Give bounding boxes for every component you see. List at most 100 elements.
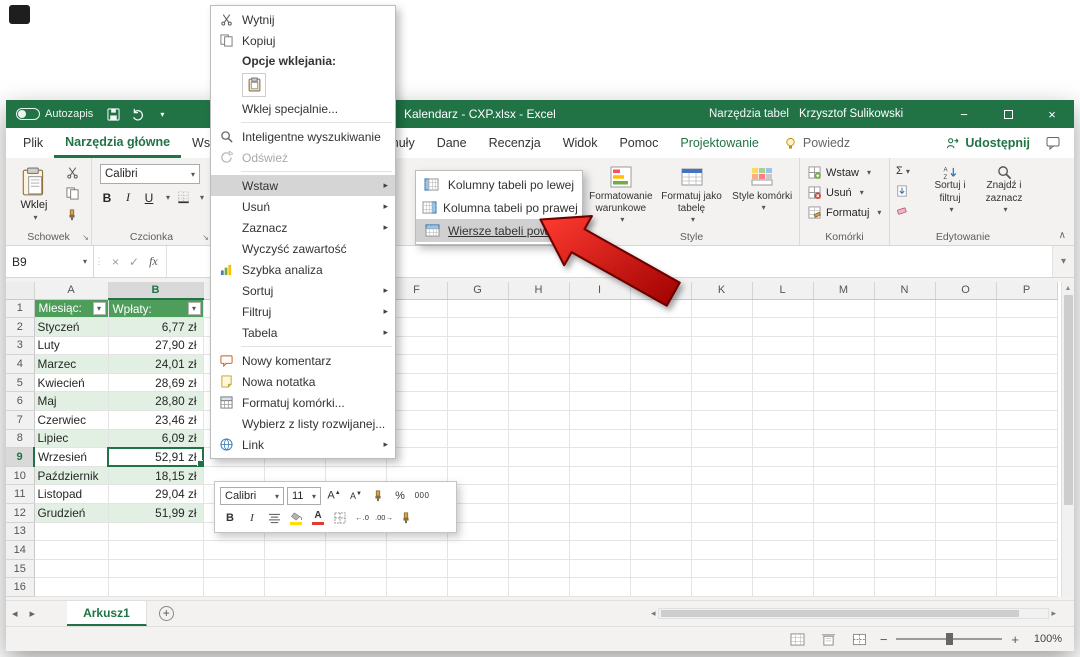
scroll-up-icon[interactable]: ▲ <box>1065 282 1072 295</box>
cell-P8[interactable] <box>996 429 1057 448</box>
cell-I6[interactable] <box>569 392 630 411</box>
cell-O6[interactable] <box>935 392 996 411</box>
row-header-4[interactable]: 4 <box>6 355 34 374</box>
row-header-8[interactable]: 8 <box>6 429 34 448</box>
cell-P9[interactable] <box>996 448 1057 467</box>
cell-A2[interactable]: Styczeń <box>34 318 108 337</box>
cell-L5[interactable] <box>752 373 813 392</box>
cell-J2[interactable] <box>630 318 691 337</box>
cell-J10[interactable] <box>630 466 691 485</box>
cell-A4[interactable]: Marzec <box>34 355 108 374</box>
cell-L1[interactable] <box>752 299 813 318</box>
cell-J11[interactable] <box>630 485 691 504</box>
page-break-view-icon[interactable] <box>849 630 871 648</box>
cell-B1[interactable]: Wpłaty:▾ <box>108 299 203 318</box>
cell-O2[interactable] <box>935 318 996 337</box>
cell-H14[interactable] <box>508 541 569 560</box>
cell-K1[interactable] <box>691 299 752 318</box>
cell-P6[interactable] <box>996 392 1057 411</box>
italic-button[interactable]: I <box>242 509 262 528</box>
cell-L3[interactable] <box>752 336 813 355</box>
cell-B2[interactable]: 6,77 zł <box>108 318 203 337</box>
cell-J3[interactable] <box>630 336 691 355</box>
increase-decimal-button[interactable]: ←.0 <box>352 509 372 528</box>
cell-O16[interactable] <box>935 578 996 597</box>
cell-H12[interactable] <box>508 504 569 523</box>
mini-font-name-select[interactable]: Calibri ▾ <box>220 487 284 505</box>
menu-item-wyczysc-zawartosc[interactable]: Wyczyść zawartość <box>211 238 395 259</box>
cell-E15[interactable] <box>325 559 386 578</box>
row-header-10[interactable]: 10 <box>6 466 34 485</box>
share-button[interactable]: Udostępnij <box>946 128 1030 158</box>
cell-B11[interactable]: 29,04 zł <box>108 485 203 504</box>
ribbon-button-usun[interactable]: Usuń▾ <box>808 184 885 201</box>
ribbon-button-style-komorki[interactable]: Style komórki▾ <box>727 162 797 234</box>
page-layout-view-icon[interactable] <box>818 630 840 648</box>
cell-P5[interactable] <box>996 373 1057 392</box>
cell-O4[interactable] <box>935 355 996 374</box>
cell-J13[interactable] <box>630 522 691 541</box>
format-painter-button[interactable] <box>368 487 388 506</box>
cell-A13[interactable] <box>34 522 108 541</box>
row-header-2[interactable]: 2 <box>6 318 34 337</box>
cell-K6[interactable] <box>691 392 752 411</box>
cut-icon[interactable] <box>62 164 82 181</box>
cell-N4[interactable] <box>874 355 935 374</box>
cell-G1[interactable] <box>447 299 508 318</box>
cell-L6[interactable] <box>752 392 813 411</box>
zoom-slider-thumb[interactable] <box>946 633 953 645</box>
cell-I15[interactable] <box>569 559 630 578</box>
cell-H5[interactable] <box>508 373 569 392</box>
collapse-ribbon-icon[interactable]: ∧ <box>1059 230 1066 241</box>
cell-M6[interactable] <box>813 392 874 411</box>
cell-B16[interactable] <box>108 578 203 597</box>
cell-A11[interactable]: Listopad <box>34 485 108 504</box>
submenu-item-kolumny-tabeli-po-lewej[interactable]: Kolumny tabeli po lewej <box>416 173 582 196</box>
cell-A1[interactable]: Miesiąc:▾ <box>34 299 108 318</box>
align-center-button[interactable] <box>264 509 284 528</box>
cell-A6[interactable]: Maj <box>34 392 108 411</box>
borders-button[interactable] <box>330 509 350 528</box>
cell-P11[interactable] <box>996 485 1057 504</box>
cell-N11[interactable] <box>874 485 935 504</box>
ribbon-button-wstaw[interactable]: Wstaw▾ <box>808 164 885 181</box>
cell-N16[interactable] <box>874 578 935 597</box>
name-box-splitter[interactable]: ⋮ <box>94 246 104 277</box>
menu-item-wytnij[interactable]: Wytnij <box>211 9 395 30</box>
add-sheet-button[interactable]: + <box>159 606 174 621</box>
cell-L9[interactable] <box>752 448 813 467</box>
cell-I7[interactable] <box>569 411 630 430</box>
bold-button[interactable]: B <box>220 509 240 528</box>
cell-L2[interactable] <box>752 318 813 337</box>
cell-A3[interactable]: Luty <box>34 336 108 355</box>
autosave-toggle[interactable]: Autozapis <box>16 108 93 120</box>
menu-item-wklej-specjalnie[interactable]: Wklej specjalnie... <box>211 98 395 119</box>
cell-N12[interactable] <box>874 504 935 523</box>
cell-N2[interactable] <box>874 318 935 337</box>
cell-P13[interactable] <box>996 522 1057 541</box>
undo-icon[interactable] <box>132 108 145 121</box>
cell-P7[interactable] <box>996 411 1057 430</box>
column-header-B[interactable]: B <box>108 282 203 299</box>
tab-narzedzia-glowne[interactable]: Narzędzia główne <box>54 128 181 158</box>
undo-dropdown-icon[interactable]: ▾ <box>160 110 164 119</box>
menu-item-wstaw[interactable]: Wstaw▸ <box>211 175 395 196</box>
format-painter-button[interactable] <box>396 509 416 528</box>
cell-I12[interactable] <box>569 504 630 523</box>
cell-I4[interactable] <box>569 355 630 374</box>
menu-item-wybierz-z-listy-rozwijanej[interactable]: Wybierz z listy rozwijanej... <box>211 413 395 434</box>
zoom-out-button[interactable]: − <box>880 632 888 647</box>
cell-B10[interactable]: 18,15 zł <box>108 466 203 485</box>
clipboard-dialog-launcher[interactable]: ↘ <box>82 233 89 242</box>
scroll-left-icon[interactable]: ◂ <box>651 608 656 619</box>
cell-A5[interactable]: Kwiecień <box>34 373 108 392</box>
cell-K9[interactable] <box>691 448 752 467</box>
cell-K8[interactable] <box>691 429 752 448</box>
tell-me-box[interactable]: Powiedz <box>784 128 850 158</box>
tab-dane[interactable]: Dane <box>426 128 478 158</box>
cell-A7[interactable]: Czerwiec <box>34 411 108 430</box>
cell-O13[interactable] <box>935 522 996 541</box>
cell-N6[interactable] <box>874 392 935 411</box>
column-header-L[interactable]: L <box>752 282 813 299</box>
cell-G8[interactable] <box>447 429 508 448</box>
